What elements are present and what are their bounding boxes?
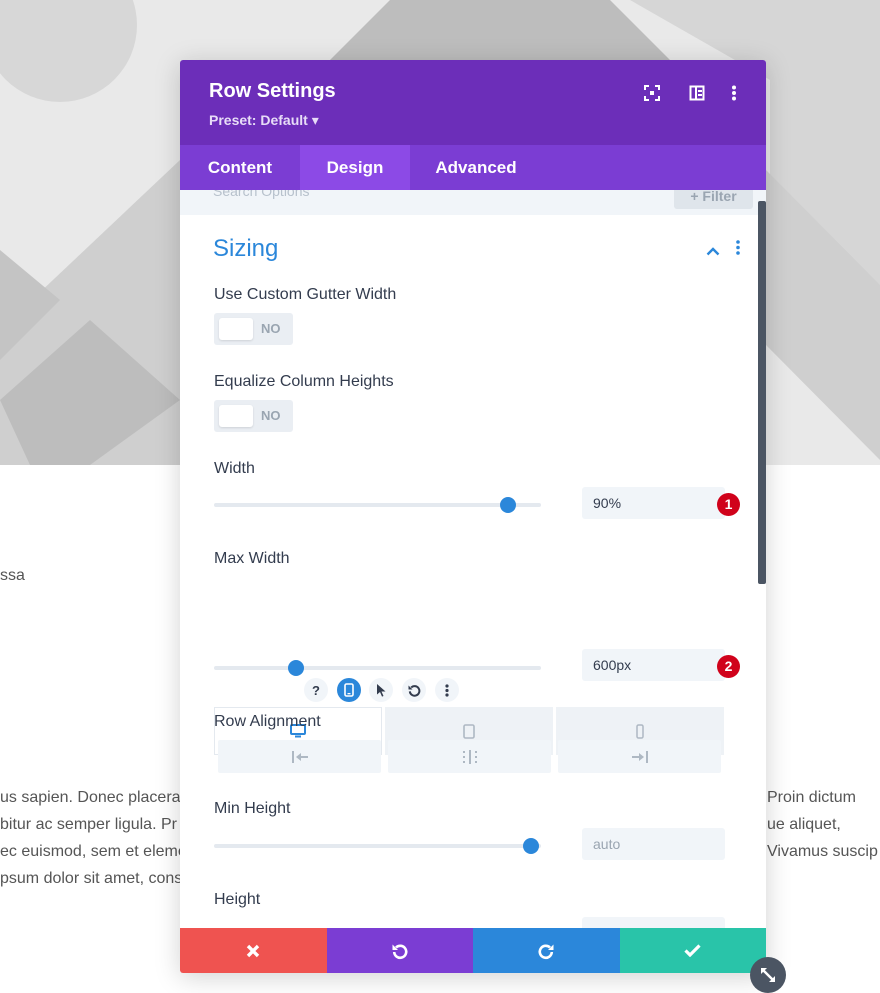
tablet-icon	[463, 723, 475, 739]
height-label: Height	[214, 891, 261, 908]
section-more-icon[interactable]	[736, 240, 740, 260]
annotation-badge: 2	[717, 655, 740, 678]
split-view-icon[interactable]	[686, 82, 708, 104]
background-text: ssa	[0, 567, 25, 584]
check-icon	[684, 944, 701, 957]
max-width-label: Max Width	[214, 550, 290, 567]
gutter-width-label: Use Custom Gutter Width	[214, 286, 397, 303]
section-title[interactable]: Sizing	[213, 235, 278, 263]
toggle-knob	[219, 405, 253, 427]
preset-dropdown[interactable]: Preset: Default ▾	[209, 112, 319, 129]
expand-arrows-icon	[761, 968, 775, 982]
tab-design[interactable]: Design	[300, 145, 410, 190]
max-width-input[interactable]: 600px	[582, 649, 725, 681]
background-paragraph-line: us sapien. Donec placera	[0, 789, 181, 806]
toggle-value: NO	[261, 321, 281, 336]
align-center-icon	[462, 749, 477, 764]
modal-body: Search Options + Filter Sizing Use Custo…	[180, 190, 766, 928]
row-settings-modal: Row Settings Preset: Default ▾ Content D…	[180, 60, 766, 973]
row-alignment-label: Row Alignment	[214, 713, 321, 730]
toggle-value: NO	[261, 408, 281, 423]
hover-cursor-icon[interactable]	[369, 678, 393, 702]
modal-header: Row Settings Preset: Default ▾	[180, 60, 766, 145]
background-paragraph-line: ec euismod, sem et eleme	[0, 843, 187, 860]
responsive-icon[interactable]	[337, 678, 361, 702]
background-paragraph-line: psum dolor sit amet, cons	[0, 870, 183, 887]
align-left-icon	[291, 750, 308, 763]
chevron-up-icon[interactable]	[706, 243, 720, 261]
equalize-heights-toggle[interactable]: NO	[214, 400, 293, 432]
background-paragraph-line: ue aliquet,	[767, 816, 841, 833]
slider-thumb[interactable]	[287, 660, 304, 676]
search-bar: Search Options + Filter	[180, 190, 766, 215]
align-center-button[interactable]	[388, 740, 551, 773]
width-input[interactable]: 90%	[582, 487, 725, 519]
more-options-icon[interactable]	[723, 82, 745, 104]
fullscreen-icon[interactable]	[641, 82, 663, 104]
min-height-input[interactable]: auto	[582, 828, 725, 860]
equalize-heights-label: Equalize Column Heights	[214, 373, 394, 390]
slider-thumb[interactable]	[500, 497, 517, 513]
align-right-button[interactable]	[558, 740, 721, 773]
resize-handle[interactable]	[750, 957, 786, 993]
filter-button[interactable]: + Filter	[674, 190, 753, 209]
field-more-icon[interactable]	[435, 678, 459, 702]
redo-icon	[538, 944, 554, 959]
background-paragraph-line: bitur ac semper ligula. Pr	[0, 816, 177, 833]
toggle-knob	[219, 318, 253, 340]
undo-button[interactable]	[326, 928, 473, 973]
annotation-badge: 1	[717, 493, 740, 516]
gutter-width-toggle[interactable]: NO	[214, 313, 293, 345]
close-icon	[247, 944, 260, 957]
modal-tabs: Content Design Advanced	[180, 145, 766, 190]
min-height-label: Min Height	[214, 800, 291, 817]
width-slider[interactable]	[214, 497, 541, 513]
help-icon[interactable]: ?	[304, 678, 328, 702]
height-input[interactable]	[582, 917, 725, 928]
modal-footer	[180, 928, 766, 973]
background-paragraph-line: Vivamus suscip	[767, 843, 878, 860]
scrollbar[interactable]	[758, 201, 766, 584]
search-input[interactable]: Search Options	[213, 190, 310, 199]
min-height-slider[interactable]	[214, 838, 541, 854]
width-label: Width	[214, 460, 255, 477]
reset-icon[interactable]	[402, 678, 426, 702]
save-button[interactable]	[619, 928, 766, 973]
undo-icon	[392, 944, 408, 959]
cancel-button[interactable]	[180, 928, 327, 973]
align-right-icon	[631, 750, 648, 763]
phone-icon	[636, 723, 644, 739]
align-left-button[interactable]	[218, 740, 381, 773]
tab-content[interactable]: Content	[180, 145, 300, 190]
modal-title: Row Settings	[209, 80, 336, 102]
background-paragraph-line: Proin dictum	[767, 789, 856, 806]
tab-advanced[interactable]: Advanced	[410, 145, 542, 190]
slider-thumb[interactable]	[523, 838, 540, 854]
max-width-slider[interactable]	[214, 660, 541, 676]
redo-button[interactable]	[473, 928, 620, 973]
